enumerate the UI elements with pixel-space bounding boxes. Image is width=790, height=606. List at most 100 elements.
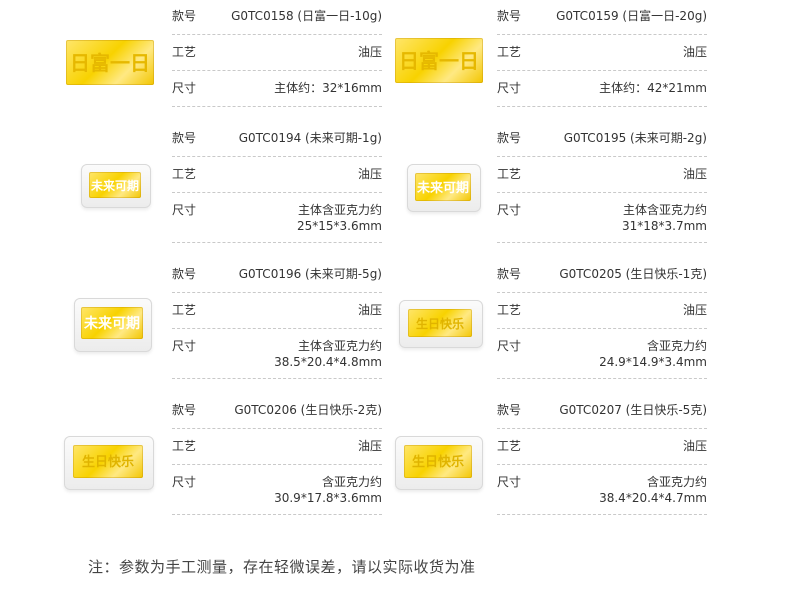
spec-value-size-line1: 主体约：32*16mm (274, 81, 382, 95)
svg-text:生日快乐: 生日快乐 (416, 316, 464, 331)
spec-row-size: 尺寸 含亚克力约 24.9*14.9*3.4mm (497, 338, 707, 379)
product-image-gold-bar: 日富一日 (66, 40, 154, 85)
spec-value-size-line2: 30.9*17.8*3.6mm (274, 491, 382, 505)
spec-label-model: 款号 (172, 267, 197, 281)
spec-value-model: G0TC0158 (日富一日-10g) (231, 9, 382, 23)
product-image-acrylic-bar: 未来可期 (81, 164, 151, 208)
spec-value-craft: 油压 (357, 167, 382, 181)
spec-value-craft: 油压 (357, 45, 382, 59)
product-image-acrylic-bar: 生日快乐 (395, 436, 483, 490)
spec-value-model: G0TC0195 (未来可期-2g) (563, 131, 707, 145)
spec-value-size-line1: 含亚克力约 (646, 339, 707, 353)
spec-label-size: 尺寸 (172, 339, 197, 353)
spec-label-model: 款号 (172, 131, 197, 145)
spec-value-size: 主体含亚克力约 38.5*20.4*4.8mm (274, 338, 382, 370)
spec-row-size: 尺寸 主体含亚克力约 31*18*3.7mm (497, 202, 707, 243)
spec-row-craft: 工艺 油压 (172, 438, 382, 465)
spec-label-size: 尺寸 (172, 81, 197, 95)
spec-value-model: G0TC0206 (生日快乐-2克) (234, 403, 382, 417)
spec-label-craft: 工艺 (172, 439, 197, 453)
spec-label-model: 款号 (497, 267, 522, 281)
spec-value-size-line1: 主体含亚克力约 (297, 339, 382, 353)
spec-value-model: G0TC0205 (生日快乐-1克) (559, 267, 707, 281)
spec-label-craft: 工艺 (172, 303, 197, 317)
spec-row-craft: 工艺 油压 (497, 438, 707, 465)
spec-row-size: 尺寸 主体含亚克力约 38.5*20.4*4.8mm (172, 338, 382, 379)
spec-value-model: G0TC0207 (生日快乐-5克) (559, 403, 707, 417)
svg-text:未来可期: 未来可期 (416, 180, 469, 195)
spec-value-size: 含亚克力约 30.9*17.8*3.6mm (274, 474, 382, 506)
svg-text:未来可期: 未来可期 (90, 178, 139, 193)
svg-text:生日快乐: 生日快乐 (412, 454, 464, 469)
spec-label-size: 尺寸 (172, 475, 197, 489)
spec-value-size-line2: 31*18*3.7mm (621, 219, 707, 233)
spec-label-craft: 工艺 (497, 439, 522, 453)
spec-label-craft: 工艺 (172, 167, 197, 181)
spec-value-size: 含亚克力约 38.4*20.4*4.7mm (599, 474, 707, 506)
spec-value-model: G0TC0194 (未来可期-1g) (238, 131, 382, 145)
spec-label-size: 尺寸 (172, 203, 197, 217)
spec-row-craft: 工艺 油压 (497, 166, 707, 193)
spec-value-craft: 油压 (357, 439, 382, 453)
spec-value-size-line2: 38.4*20.4*4.7mm (599, 491, 707, 505)
spec-row-model: 款号 G0TC0158 (日富一日-10g) (172, 8, 382, 35)
spec-label-size: 尺寸 (497, 81, 522, 95)
spec-value-size: 主体约：42*21mm (599, 80, 707, 96)
spec-row-model: 款号 G0TC0207 (生日快乐-5克) (497, 402, 707, 429)
spec-value-craft: 油压 (682, 439, 707, 453)
spec-label-model: 款号 (172, 403, 197, 417)
spec-row-model: 款号 G0TC0196 (未来可期-5g) (172, 266, 382, 293)
spec-label-craft: 工艺 (497, 167, 522, 181)
spec-row-model: 款号 G0TC0206 (生日快乐-2克) (172, 402, 382, 429)
spec-label-craft: 工艺 (497, 45, 522, 59)
spec-row-size: 尺寸 含亚克力约 30.9*17.8*3.6mm (172, 474, 382, 515)
spec-row-size: 尺寸 含亚克力约 38.4*20.4*4.7mm (497, 474, 707, 515)
svg-text:日富一日: 日富一日 (70, 51, 150, 75)
spec-value-model: G0TC0159 (日富一日-20g) (556, 9, 707, 23)
spec-row-model: 款号 G0TC0159 (日富一日-20g) (497, 8, 707, 35)
product-image-gold-bar: 日富一日 (395, 38, 483, 83)
spec-value-craft: 油压 (357, 303, 382, 317)
spec-value-size: 主体含亚克力约 31*18*3.7mm (622, 202, 707, 234)
spec-value-size-line1: 主体约：42*21mm (599, 81, 707, 95)
spec-label-craft: 工艺 (497, 303, 522, 317)
product-image-acrylic-bar: 生日快乐 (64, 436, 154, 490)
spec-label-craft: 工艺 (172, 45, 197, 59)
measurement-note: 注：参数为手工测量，存在轻微误差，请以实际收货为准 (88, 558, 476, 576)
spec-value-size-line1: 主体含亚克力约 (622, 203, 707, 217)
svg-text:生日快乐: 生日快乐 (82, 454, 134, 469)
svg-text:未来可期: 未来可期 (84, 315, 140, 331)
spec-value-size-line2: 25*15*3.6mm (296, 219, 382, 233)
spec-label-size: 尺寸 (497, 203, 522, 217)
spec-row-craft: 工艺 油压 (172, 166, 382, 193)
spec-row-craft: 工艺 油压 (497, 44, 707, 71)
spec-value-craft: 油压 (682, 45, 707, 59)
spec-row-size: 尺寸 主体含亚克力约 25*15*3.6mm (172, 202, 382, 243)
spec-value-craft: 油压 (682, 167, 707, 181)
spec-row-model: 款号 G0TC0205 (生日快乐-1克) (497, 266, 707, 293)
spec-row-craft: 工艺 油压 (497, 302, 707, 329)
spec-value-size-line2: 38.5*20.4*4.8mm (274, 355, 382, 369)
spec-label-size: 尺寸 (497, 339, 522, 353)
spec-value-size-line1: 主体含亚克力约 (297, 203, 382, 217)
product-image-acrylic-bar: 生日快乐 (399, 300, 483, 348)
spec-value-size: 主体含亚克力约 25*15*3.6mm (297, 202, 382, 234)
spec-value-size-line1: 含亚克力约 (321, 475, 382, 489)
spec-label-model: 款号 (172, 9, 197, 23)
spec-row-craft: 工艺 油压 (172, 44, 382, 71)
spec-row-model: 款号 G0TC0195 (未来可期-2g) (497, 130, 707, 157)
svg-text:日富一日: 日富一日 (399, 49, 479, 73)
spec-value-craft: 油压 (682, 303, 707, 317)
spec-label-model: 款号 (497, 403, 522, 417)
spec-value-size: 主体约：32*16mm (274, 80, 382, 96)
spec-label-size: 尺寸 (497, 475, 522, 489)
spec-row-craft: 工艺 油压 (172, 302, 382, 329)
spec-row-model: 款号 G0TC0194 (未来可期-1g) (172, 130, 382, 157)
spec-label-model: 款号 (497, 9, 522, 23)
product-image-acrylic-bar: 未来可期 (407, 164, 481, 212)
spec-value-size-line2: 24.9*14.9*3.4mm (599, 355, 707, 369)
spec-value-model: G0TC0196 (未来可期-5g) (238, 267, 382, 281)
product-image-acrylic-bar: 未来可期 (74, 298, 152, 352)
spec-value-size: 含亚克力约 24.9*14.9*3.4mm (599, 338, 707, 370)
spec-label-model: 款号 (497, 131, 522, 145)
